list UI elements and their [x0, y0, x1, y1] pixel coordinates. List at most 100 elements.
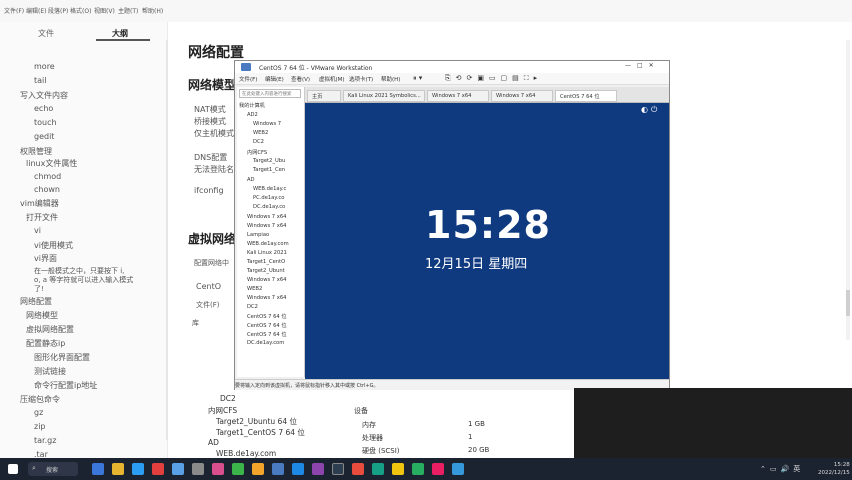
library-item[interactable]: Target1_Cen	[253, 167, 285, 173]
outline-item[interactable]: 图形化界面配置	[34, 352, 90, 363]
library-item[interactable]: Windows 7 x64	[247, 295, 286, 301]
library-item[interactable]: 我的计算机	[239, 102, 265, 109]
outline-item[interactable]: vi界面	[34, 253, 57, 264]
outline-item[interactable]: 打开文件	[26, 212, 58, 223]
outline-item[interactable]: 网络模型	[26, 310, 58, 321]
sidebar-scrollbar[interactable]	[166, 40, 168, 440]
vmware-taskbar-icon[interactable]	[272, 463, 284, 475]
library-item[interactable]: CentOS 7 64 位	[247, 322, 287, 329]
tree-item[interactable]: Target1_CentOS 7 64 位	[216, 427, 305, 438]
vmware-titlebar[interactable]: CentOS 7 64 位 - VMware Workstation —□✕	[235, 61, 669, 73]
outline-item[interactable]: echo	[34, 104, 53, 113]
library-item[interactable]: Kali Linux 2021	[247, 250, 287, 256]
menu-format[interactable]: 格式(O)	[70, 6, 91, 15]
outline-item[interactable]: vim编辑器	[20, 198, 59, 209]
vm-menu-vm[interactable]: 虚拟机(M)	[319, 75, 345, 83]
outline-item[interactable]: gz	[34, 408, 43, 417]
outline-item[interactable]: 命令行配置ip地址	[34, 380, 97, 391]
outline-item[interactable]: o, a 等字符就可以进入输入模式	[34, 275, 133, 285]
tab-files[interactable]: 文件	[38, 28, 54, 39]
library-item[interactable]: Windows 7 x64	[247, 223, 286, 229]
outline-item[interactable]: tar.gz	[34, 436, 56, 445]
library-item[interactable]: WEB.de1ay.c	[253, 186, 286, 192]
outline-item[interactable]: chown	[34, 185, 60, 194]
toolbar-icons[interactable]: ⎘⟲⟳▣▭▢▤⛶▸	[445, 74, 542, 83]
pause-icon[interactable]: ⏸ ▾	[413, 74, 422, 83]
vm-menu-file[interactable]: 文件(F)	[239, 75, 257, 83]
outline-item[interactable]: vi使用模式	[34, 240, 73, 251]
edge-icon[interactable]	[132, 463, 144, 475]
task-view-icon[interactable]	[92, 463, 104, 475]
app-icon-orange[interactable]	[252, 463, 264, 475]
app-icon-red[interactable]	[152, 463, 164, 475]
outline-item[interactable]: 压缩包命令	[20, 394, 60, 405]
outline-item[interactable]: zip	[34, 422, 46, 431]
library-item[interactable]: PC.de1ay.co	[253, 195, 284, 201]
outline-item[interactable]: chmod	[34, 172, 61, 181]
library-item[interactable]: AD	[247, 177, 255, 183]
menu-view[interactable]: 视图(V)	[94, 6, 115, 15]
library-item[interactable]: 内网CFS	[247, 149, 267, 156]
menu-paragraph[interactable]: 段落(P)	[48, 6, 68, 15]
outline-item[interactable]: 了!	[34, 284, 44, 294]
menu-help[interactable]: 帮助(H)	[142, 6, 163, 15]
app-icon-blue[interactable]	[172, 463, 184, 475]
doc-scrollbar-thumb[interactable]	[846, 290, 850, 316]
power-icon[interactable]: ◐⏻	[641, 105, 660, 115]
vm-menu-tabs[interactable]: 选项卡(T)	[349, 75, 373, 83]
library-item[interactable]: Target1_CentO	[247, 259, 285, 265]
tab-win7-a[interactable]: Windows 7 x64	[427, 90, 489, 102]
library-item[interactable]: WEB2	[253, 130, 268, 136]
outline-item[interactable]: more	[34, 62, 55, 71]
library-item[interactable]: WEB.de1ay.com	[247, 241, 289, 247]
tab-home[interactable]: 主页	[307, 90, 341, 102]
library-item[interactable]: WEB2	[247, 286, 262, 292]
menu-theme[interactable]: 主题(T)	[118, 6, 138, 15]
taskbar-search[interactable]: ⌕ 搜索	[28, 462, 78, 476]
library-item[interactable]: AD2	[247, 112, 258, 118]
device-name[interactable]: 硬盘 (SCSI)	[362, 446, 400, 456]
tree-item[interactable]: WEB.de1ay.com	[216, 449, 276, 458]
app-icon-blue-3[interactable]	[452, 463, 464, 475]
library-item[interactable]: CentOS 7 64 位	[247, 331, 287, 338]
library-search-input[interactable]: 在此处键入内容进行搜索	[239, 89, 301, 98]
file-explorer-icon[interactable]	[112, 463, 124, 475]
outline-item[interactable]: tail	[34, 76, 46, 85]
outline-item[interactable]: 权限管理	[20, 146, 52, 157]
outline-item[interactable]: gedit	[34, 132, 54, 141]
library-item[interactable]: CentOS 7 64 位	[247, 313, 287, 320]
app-icon-blue-2[interactable]	[292, 463, 304, 475]
menu-edit[interactable]: 编辑(E)	[26, 6, 46, 15]
app-icon-yellow[interactable]	[392, 463, 404, 475]
library-item[interactable]: Windows 7 x64	[247, 214, 286, 220]
app-icon-magenta[interactable]	[432, 463, 444, 475]
system-tray-icons[interactable]: ⌃▭🔊英	[760, 464, 804, 474]
tab-win7-b[interactable]: Windows 7 x64	[491, 90, 553, 102]
tab-kali[interactable]: Kali Linux 2021 Symbolics...	[343, 90, 425, 102]
app-icon-green-2[interactable]	[412, 463, 424, 475]
outline-item[interactable]: vi	[34, 226, 41, 235]
device-name[interactable]: 处理器	[362, 433, 383, 443]
app-icon-pink[interactable]	[212, 463, 224, 475]
vm-menu-view[interactable]: 查看(V)	[291, 75, 310, 83]
app-icon-teal[interactable]	[372, 463, 384, 475]
tab-centos[interactable]: CentOS 7 64 位	[555, 90, 617, 102]
vm-menu-edit[interactable]: 编辑(E)	[265, 75, 284, 83]
app-icon-green[interactable]	[232, 463, 244, 475]
tree-item[interactable]: Target2_Ubuntu 64 位	[216, 416, 297, 427]
device-name[interactable]: 内存	[362, 420, 376, 430]
outline-item[interactable]: 网络配置	[20, 296, 52, 307]
app-icon-red-2[interactable]	[352, 463, 364, 475]
vm-display[interactable]: ◐⏻ 15:28 12月15日 星期四	[305, 103, 669, 379]
library-item[interactable]: DC2	[247, 304, 258, 310]
outline-item[interactable]: 写入文件内容	[20, 90, 68, 101]
tree-item[interactable]: DC2	[220, 394, 236, 403]
window-controls-icon[interactable]: —□✕	[625, 62, 660, 69]
menu-file[interactable]: 文件(F)	[4, 6, 24, 15]
app-icon-gray[interactable]	[192, 463, 204, 475]
library-item[interactable]: DC2	[253, 139, 264, 145]
tree-item[interactable]: AD	[208, 438, 219, 447]
terminal-icon[interactable]	[332, 463, 344, 475]
library-item[interactable]: Target2_Ubu	[253, 158, 285, 164]
library-item[interactable]: Target2_Ubunt	[247, 268, 285, 274]
